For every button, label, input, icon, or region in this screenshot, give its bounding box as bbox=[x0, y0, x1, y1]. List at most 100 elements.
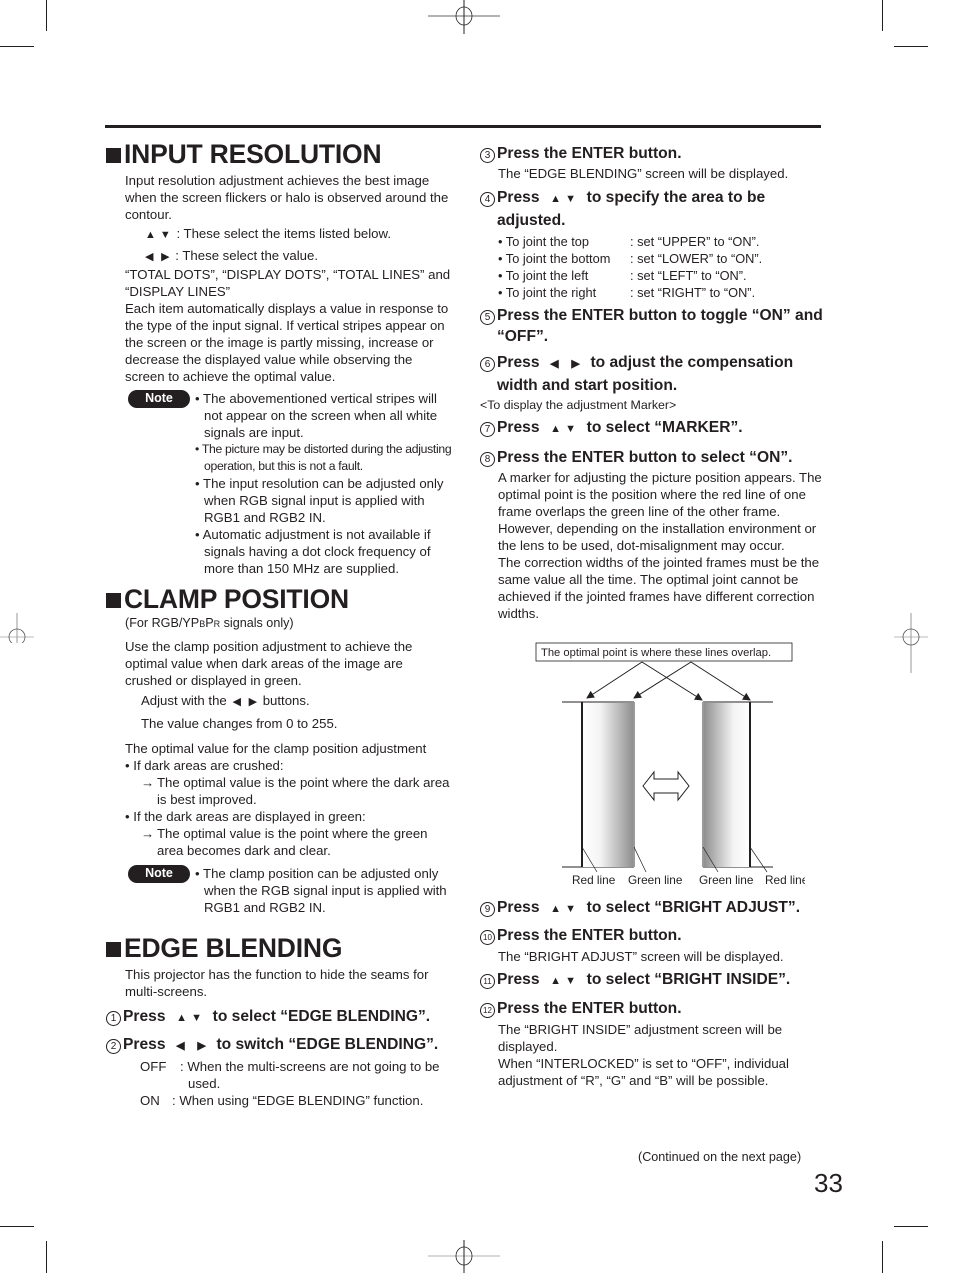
square-bullet-icon bbox=[106, 147, 121, 163]
leader-arrow bbox=[690, 661, 751, 701]
registration-mark-right bbox=[894, 613, 928, 673]
step-12: 12 Press the ENTER button. bbox=[480, 998, 825, 1019]
leader-arrow bbox=[641, 661, 703, 701]
left-arrow-icon: ◀ bbox=[145, 251, 154, 263]
label-red-line: Red line bbox=[572, 873, 616, 887]
case-text: • If dark areas are crushed: bbox=[125, 758, 284, 773]
items-text: “TOTAL DOTS”, “DISPLAY DOTS”, “TOTAL LIN… bbox=[125, 267, 451, 299]
note-badge: Note bbox=[128, 865, 190, 883]
input-resolution-section: INPUT RESOLUTION Input resolution adjust… bbox=[106, 138, 452, 577]
step-desc: The “BRIGHT ADJUST” screen will be displ… bbox=[498, 949, 784, 964]
left-arrow-icon: ◀ bbox=[176, 1040, 185, 1052]
marker-heading: <To display the adjustment Marker> bbox=[480, 398, 677, 412]
option-row: ON: When using “EDGE BLENDING” function. bbox=[140, 1093, 424, 1108]
step-6: 6 Press ◀ ▶ to adjust the compensation w… bbox=[480, 352, 825, 396]
leader-arrow bbox=[633, 661, 692, 699]
crop-mark bbox=[0, 46, 34, 47]
step-5: 5 Press the ENTER button to toggle “ON” … bbox=[480, 305, 825, 347]
right-arrow-icon: ▶ bbox=[248, 696, 258, 708]
crop-mark bbox=[46, 0, 47, 31]
right-frame-blend bbox=[703, 703, 750, 867]
optimal-heading: The optimal value for the clamp position… bbox=[125, 741, 427, 756]
section-heading: CLAMP POSITION bbox=[106, 583, 452, 615]
step-8: 8 Press the ENTER button to select “ON”. bbox=[480, 447, 825, 468]
note-item: • Automatic adjustment is not available … bbox=[195, 527, 431, 576]
up-arrow-icon: ▲ bbox=[550, 193, 562, 205]
step-1: 1 Press ▲ ▼ to select “EDGE BLENDING”. bbox=[106, 1006, 452, 1029]
double-arrow-icon bbox=[642, 770, 690, 802]
label-leader bbox=[633, 846, 647, 873]
note-box: Note • The clamp position can be adjuste… bbox=[106, 865, 452, 916]
crop-mark bbox=[46, 1241, 47, 1273]
square-bullet-icon bbox=[106, 941, 121, 957]
note-box: Note • The abovementioned vertical strip… bbox=[106, 390, 452, 577]
right-arrow-icon: ▶ bbox=[197, 1040, 206, 1052]
left-frame-blend bbox=[582, 703, 634, 867]
step-desc: The “EDGE BLENDING” screen will be displ… bbox=[498, 166, 789, 181]
step-desc: The “BRIGHT INSIDE” adjustment screen wi… bbox=[498, 1022, 783, 1054]
crop-mark bbox=[882, 0, 883, 31]
label-green-line: Green line bbox=[699, 873, 754, 887]
intro-text: Use the clamp position adjustment to ach… bbox=[125, 639, 413, 688]
edge-blending-marker-diagram: The optimal point is where these lines o… bbox=[535, 642, 805, 887]
label-green-line: Green line bbox=[628, 873, 683, 887]
left-column: INPUT RESOLUTION Input resolution adjust… bbox=[106, 138, 452, 1109]
down-arrow-icon: ▼ bbox=[565, 903, 576, 915]
case-text: • If the dark areas are displayed in gre… bbox=[125, 809, 366, 824]
left-arrow-icon: ◀ bbox=[232, 696, 241, 708]
step-3: 3 Press the ENTER button. bbox=[480, 143, 825, 164]
intro-text: Input resolution adjustment achieves the… bbox=[125, 173, 449, 222]
right-column: 3 Press the ENTER button. The “EDGE BLEN… bbox=[480, 143, 825, 1088]
label-leader bbox=[749, 846, 768, 873]
step-10: 10 Press the ENTER button. bbox=[480, 925, 825, 946]
scope-text: (For RGB/YPBPR signals only) bbox=[125, 616, 294, 630]
up-arrow-icon: ▲ bbox=[550, 423, 562, 435]
header-rule bbox=[105, 125, 821, 128]
step-11: 11 Press ▲ ▼ to select “BRIGHT INSIDE”. bbox=[480, 969, 825, 992]
range-text: The value changes from 0 to 255. bbox=[141, 716, 338, 731]
registration-mark-bottom bbox=[428, 1240, 500, 1273]
note-item: • The input resolution can be adjusted o… bbox=[195, 476, 444, 525]
note-badge: Note bbox=[128, 390, 190, 408]
option-row: • To joint the right: set “RIGHT” to “ON… bbox=[498, 285, 756, 300]
case-result: → The optimal value is the point where t… bbox=[141, 826, 428, 858]
arrow-right-icon: → bbox=[141, 775, 155, 790]
right-arrow-icon: ▶ bbox=[161, 251, 170, 263]
option-row: • To joint the top: set “UPPER” to “ON”. bbox=[498, 234, 760, 249]
left-arrow-icon: ◀ bbox=[550, 358, 559, 370]
step-desc: When “INTERLOCKED” is set to “OFF”, indi… bbox=[498, 1056, 789, 1088]
down-arrow-icon: ▼ bbox=[159, 229, 171, 241]
up-arrow-icon: ▲ bbox=[145, 229, 156, 241]
note-item: • The picture may be distorted during th… bbox=[195, 442, 452, 473]
key-desc: ▲ ▼ : These select the items listed below… bbox=[125, 225, 452, 244]
case-result: → The optimal value is the point where t… bbox=[141, 775, 450, 807]
down-arrow-icon: ▼ bbox=[565, 193, 576, 205]
label-red-line: Red line bbox=[765, 873, 805, 887]
step-9: 9 Press ▲ ▼ to select “BRIGHT ADJUST”. bbox=[480, 897, 825, 920]
crop-mark bbox=[894, 46, 928, 47]
crop-mark bbox=[0, 1226, 34, 1227]
step-desc: The correction widths of the jointed fra… bbox=[498, 555, 820, 621]
crop-mark bbox=[882, 1241, 883, 1273]
up-arrow-icon: ▲ bbox=[550, 903, 562, 915]
square-bullet-icon bbox=[106, 592, 121, 608]
registration-mark-top bbox=[428, 0, 500, 34]
edge-blending-section: EDGE BLENDING This projector has the fun… bbox=[106, 932, 452, 1109]
continued-note: (Continued on the next page) bbox=[638, 1150, 802, 1164]
step-4: 4 Press ▲ ▼ to specify the area to be adj… bbox=[480, 187, 825, 231]
option-row: OFF: When the multi-screens are not goin… bbox=[140, 1059, 440, 1091]
paragraph: Each item automatically displays a value… bbox=[125, 301, 449, 384]
step-2: 2 Press ◀ ▶ to switch “EDGE BLENDING”. bbox=[106, 1034, 452, 1057]
option-row: • To joint the left: set “LEFT” to “ON”. bbox=[498, 268, 747, 283]
callout-text: The optimal point is where these lines o… bbox=[541, 647, 771, 659]
down-arrow-icon: ▼ bbox=[191, 1012, 202, 1024]
clamp-position-section: CLAMP POSITION (For RGB/YPBPR signals on… bbox=[106, 583, 452, 916]
step-7: 7 Press ▲ ▼ to select “MARKER”. bbox=[480, 417, 825, 440]
up-arrow-icon: ▲ bbox=[176, 1012, 188, 1024]
adjust-text: Adjust with the ◀ ▶ buttons. bbox=[125, 692, 452, 711]
note-item: • The clamp position can be adjusted onl… bbox=[195, 866, 447, 915]
registration-mark-left bbox=[0, 613, 34, 643]
note-item: • The abovementioned vertical stripes wi… bbox=[195, 391, 438, 440]
right-arrow-icon: ▶ bbox=[571, 358, 580, 370]
arrow-right-icon: → bbox=[141, 826, 155, 841]
